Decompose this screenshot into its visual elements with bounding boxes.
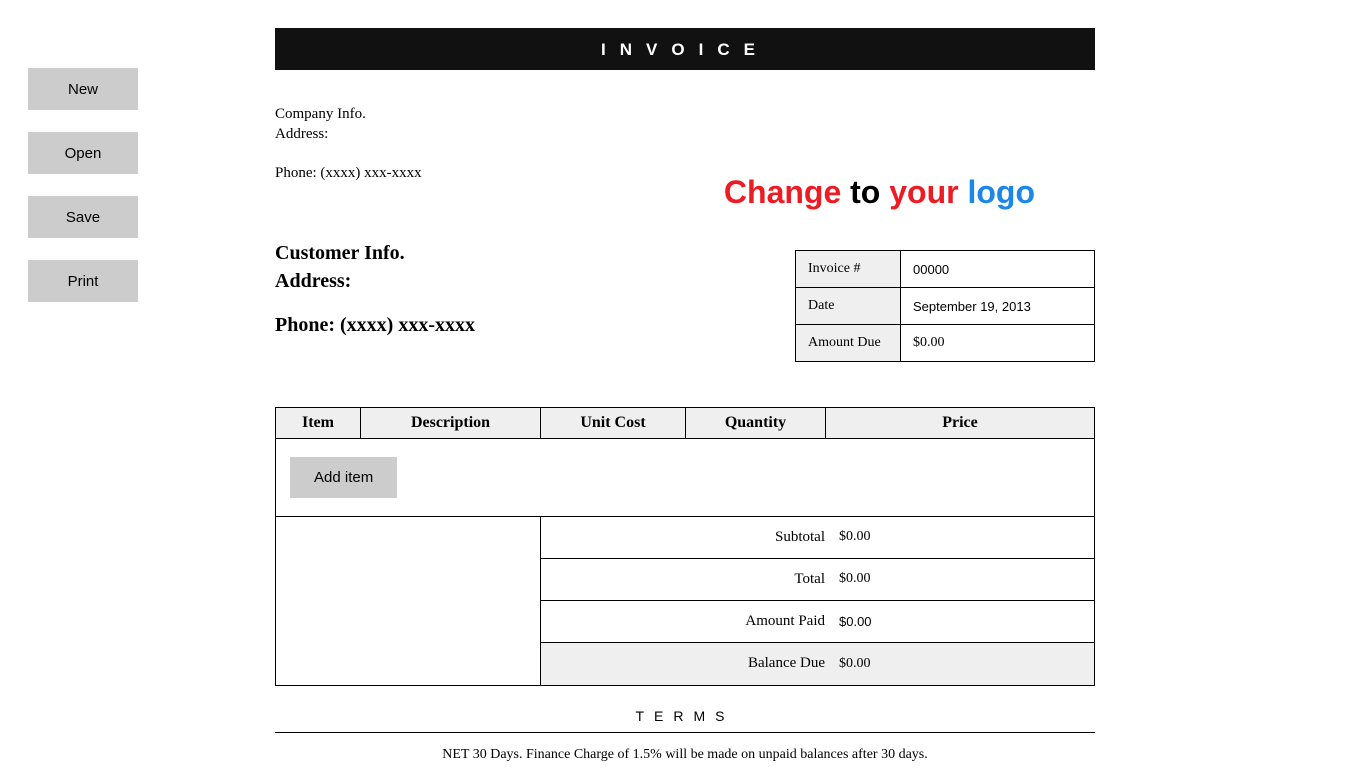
invoice-date-value[interactable]: September 19, 2013	[901, 288, 1095, 325]
company-name: Company Info.	[275, 104, 1095, 124]
invoice-meta-table: Invoice # 00000 Date September 19, 2013 …	[795, 250, 1095, 362]
logo-word-1: Change	[724, 174, 841, 210]
balance-due-label: Balance Due	[541, 655, 839, 672]
amount-paid-label: Amount Paid	[541, 613, 839, 630]
col-price: Price	[826, 407, 1095, 438]
open-button[interactable]: Open	[28, 132, 138, 174]
amount-due-value: $0.00	[901, 325, 1095, 362]
totals-section: Subtotal $0.00 Total $0.00 Amount Paid $…	[275, 517, 1095, 686]
amount-paid-value[interactable]: $0.00	[839, 614, 1094, 629]
company-info: Company Info. Address: Phone: (xxxx) xxx…	[275, 104, 1095, 183]
total-row: Total $0.00	[541, 559, 1094, 601]
save-button[interactable]: Save	[28, 196, 138, 238]
new-button[interactable]: New	[28, 68, 138, 110]
logo-placeholder[interactable]: Change to your logo	[724, 174, 1035, 211]
amount-paid-row: Amount Paid $0.00	[541, 601, 1094, 643]
toolbar: New Open Save Print	[28, 68, 138, 302]
col-description: Description	[361, 407, 541, 438]
col-unit-cost: Unit Cost	[541, 407, 686, 438]
company-address: Address:	[275, 124, 1095, 144]
totals-spacer	[276, 517, 541, 685]
print-button[interactable]: Print	[28, 260, 138, 302]
logo-word-4: logo	[967, 174, 1035, 210]
items-table: Item Description Unit Cost Quantity Pric…	[275, 407, 1095, 517]
terms-text: NET 30 Days. Finance Charge of 1.5% will…	[275, 747, 1095, 763]
invoice-number-value[interactable]: 00000	[901, 251, 1095, 288]
col-quantity: Quantity	[686, 407, 826, 438]
invoice-document: INVOICE Company Info. Address: Phone: (x…	[275, 28, 1095, 763]
logo-word-2: to	[850, 174, 880, 210]
total-label: Total	[541, 571, 839, 588]
balance-due-row: Balance Due $0.00	[541, 643, 1094, 685]
col-item: Item	[276, 407, 361, 438]
add-item-button[interactable]: Add item	[290, 457, 397, 498]
subtotal-label: Subtotal	[541, 529, 839, 546]
add-item-cell: Add item	[276, 438, 1095, 516]
subtotal-row: Subtotal $0.00	[541, 517, 1094, 559]
invoice-date-label: Date	[796, 288, 901, 325]
invoice-title-bar: INVOICE	[275, 28, 1095, 70]
terms-heading: TERMS	[275, 708, 1095, 733]
total-value: $0.00	[839, 571, 1094, 587]
amount-due-label: Amount Due	[796, 325, 901, 362]
totals-rows: Subtotal $0.00 Total $0.00 Amount Paid $…	[541, 517, 1094, 685]
balance-due-value: $0.00	[839, 656, 1094, 672]
invoice-number-label: Invoice #	[796, 251, 901, 288]
subtotal-value: $0.00	[839, 529, 1094, 545]
logo-word-3: your	[889, 174, 958, 210]
